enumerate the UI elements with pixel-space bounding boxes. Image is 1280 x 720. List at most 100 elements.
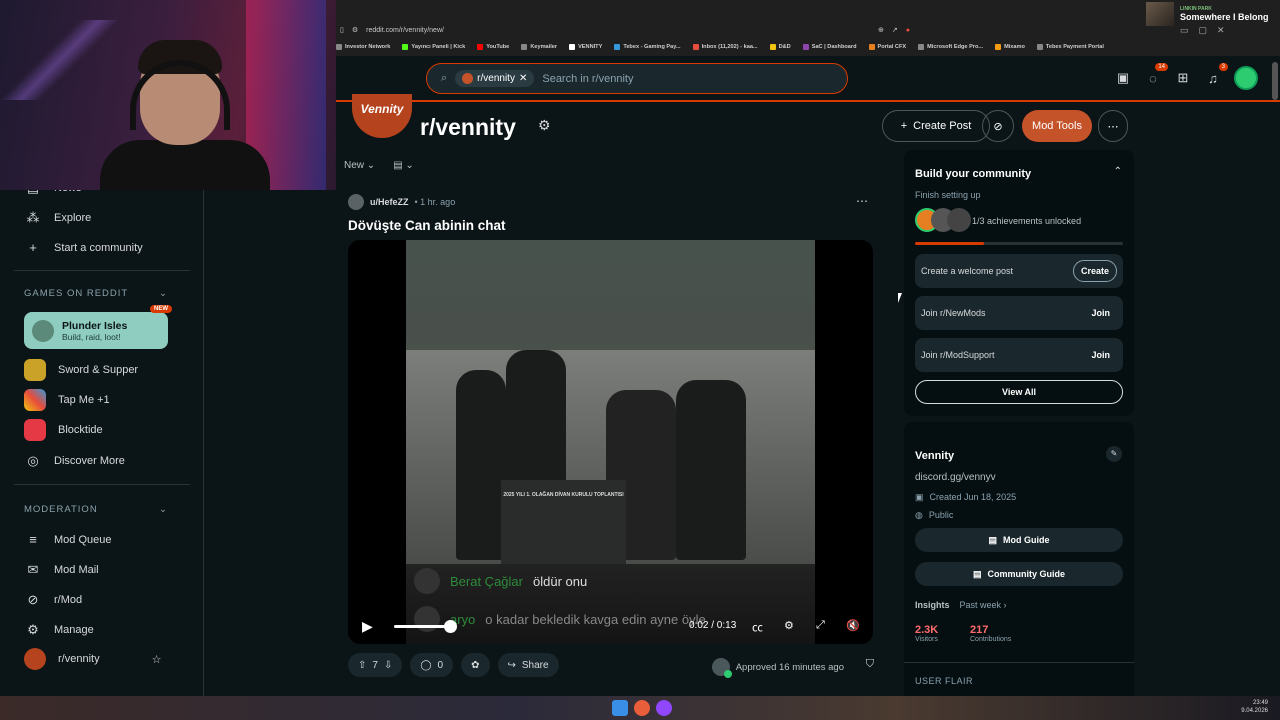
fullscreen-icon[interactable]: ⤢	[816, 619, 825, 632]
mod-guide-button[interactable]: ▤ Mod Guide	[915, 528, 1123, 552]
progress-handle[interactable]	[444, 620, 457, 633]
zoom-icon[interactable]: ⊕	[878, 26, 884, 34]
globe-icon: ◍	[915, 510, 923, 520]
extension-icon[interactable]: ●	[906, 27, 910, 34]
brave-browser-icon[interactable]	[634, 700, 650, 716]
notifications-off-button[interactable]: ⊘	[982, 110, 1014, 142]
featured-game-plunder-isles[interactable]: Plunder Isles Build, raid, loot! NEW	[24, 305, 172, 349]
site-info-icon[interactable]: ⚙	[352, 26, 358, 34]
notification-bell-icon[interactable]: ♫ 3	[1204, 63, 1228, 87]
gear-icon[interactable]: ⚙	[784, 619, 794, 632]
captions-icon[interactable]: ㏄	[752, 619, 763, 635]
user-avatar[interactable]	[1234, 66, 1258, 90]
sidebar-game-tap-me[interactable]: Tap Me +1	[24, 389, 110, 411]
bookmark-item[interactable]: D&D	[769, 41, 791, 53]
chevron-down-icon[interactable]: ⌄	[159, 504, 168, 515]
award-icon: ✿	[471, 659, 480, 671]
games-section-header[interactable]: GAMES ON REDDIT ⌄	[24, 288, 168, 299]
more-options-button[interactable]: ⋯	[1098, 110, 1128, 142]
star-icon[interactable]: ☆	[152, 653, 162, 666]
author-avatar[interactable]	[348, 194, 364, 210]
create-post-button[interactable]: + Create Post	[882, 110, 990, 142]
sidebar-item-manage[interactable]: ⚙ Manage	[24, 622, 94, 638]
bookmark-item[interactable]: YouTube	[477, 41, 509, 53]
sidebar-game-sword-supper[interactable]: Sword & Supper	[24, 359, 138, 381]
bookmark-item[interactable]: Investor Network	[336, 41, 390, 53]
bookmark-item[interactable]: Yayıncı Paneli | Kick	[402, 41, 465, 53]
sidebar-item-mod-mail[interactable]: ✉ Mod Mail	[24, 562, 99, 578]
downvote-icon[interactable]: ⇩	[384, 660, 392, 671]
mute-icon[interactable]: 🔇	[846, 619, 860, 632]
community-link[interactable]: discord.gg/vennyv	[915, 472, 996, 483]
share-button[interactable]: ↪ Share	[497, 653, 559, 677]
award-button[interactable]: ✿	[461, 653, 490, 677]
gear-icon: ⚙	[27, 622, 39, 637]
bookmark-item[interactable]: Tebex - Gaming Pay...	[614, 41, 681, 53]
create-button[interactable]: Create	[1072, 260, 1117, 282]
chevron-up-icon[interactable]: ⌃	[1114, 166, 1122, 177]
search-bar[interactable]: ⌕ r/vennity ✕ Search in r/vennity	[426, 63, 848, 94]
post-title[interactable]: Dövüşte Can abinin chat	[348, 218, 506, 233]
task-join-modsupport[interactable]: Join r/ModSupport Join	[915, 338, 1123, 372]
sidebar-game-blocktide[interactable]: Blocktide	[24, 419, 103, 441]
join-button[interactable]: Join	[1084, 303, 1117, 323]
app-icon[interactable]	[656, 700, 672, 716]
share-icon[interactable]: ↗	[892, 26, 898, 34]
view-all-button[interactable]: View All	[915, 380, 1123, 404]
bookmark-item[interactable]: Tebex Payment Portal	[1036, 41, 1104, 53]
notification-badge: 3	[1218, 63, 1228, 71]
bookmark-item[interactable]: Keymailer	[521, 41, 557, 53]
join-button[interactable]: Join	[1084, 345, 1117, 365]
create-icon[interactable]: ⊞	[1174, 69, 1192, 87]
approval-status[interactable]: Approved 16 minutes ago	[711, 658, 844, 678]
now-playing-widget[interactable]: LINKIN PARK Somewhere I Belong	[1146, 1, 1280, 27]
task-create-welcome-post[interactable]: Create a welcome post Create	[915, 254, 1123, 288]
bookmark-item[interactable]: Microsoft Edge Pro...	[918, 41, 983, 53]
post-more-icon[interactable]: ⋯	[856, 194, 868, 208]
post-author[interactable]: u/HefeZZ	[370, 197, 409, 207]
minimize-icon[interactable]: ▭	[1180, 25, 1189, 36]
advertise-icon[interactable]: ▣	[1114, 69, 1132, 87]
bookmark-item[interactable]: Inbox (11,202) - kaa...	[692, 41, 758, 53]
mod-shield-icon[interactable]: ⛉	[866, 658, 874, 671]
task-join-newmods[interactable]: Join r/NewMods Join	[915, 296, 1123, 330]
bookmark-item[interactable]: SaC | Dashboard	[802, 41, 857, 53]
upvote-icon[interactable]: ⇧	[358, 660, 366, 671]
search-input[interactable]: Search in r/vennity	[542, 73, 633, 85]
address-bar[interactable]: ▯ ⚙ reddit.com/r/vennity/new/ ⊕ ↗ ●	[340, 21, 910, 39]
maximize-icon[interactable]: ▢	[1199, 25, 1208, 36]
bookmark-item[interactable]: VENNITY	[569, 41, 602, 53]
comments-button[interactable]: ◯ 0	[410, 653, 454, 677]
progress-track[interactable]	[394, 625, 450, 628]
community-guide-button[interactable]: ▤ Community Guide	[915, 562, 1123, 586]
community-settings-icon[interactable]: ⚙	[538, 117, 551, 134]
chat-icon[interactable]: ◌ 14	[1144, 63, 1168, 87]
close-icon[interactable]: ✕	[519, 73, 527, 84]
sidebar-item-r-vennity[interactable]: r/vennity ☆	[24, 648, 161, 670]
moderation-section-header[interactable]: MODERATION ⌄	[24, 504, 168, 515]
video-player[interactable]: 2025 YILI 1. OLAĞAN DİVAN KURULU TOPLANT…	[348, 240, 873, 644]
edit-pencil-icon[interactable]: ✎	[1106, 446, 1122, 462]
game-icon	[32, 319, 54, 342]
mod-tools-button[interactable]: Mod Tools	[1022, 110, 1092, 142]
close-icon[interactable]: ✕	[1217, 25, 1225, 36]
bookmark-item[interactable]: Mixamo	[995, 41, 1025, 53]
bookmark-item[interactable]: Portal CFX	[868, 41, 906, 53]
post-card[interactable]: u/HefeZZ • 1 hr. ago ⋯ Dövüşte Can abini…	[336, 182, 884, 696]
windows-start-icon[interactable]	[612, 700, 628, 716]
sidebar-item-explore[interactable]: ⁂ Explore	[24, 210, 92, 226]
insights-range-dropdown[interactable]: Past week ›	[960, 600, 1007, 610]
url-text[interactable]: reddit.com/r/vennity/new/	[366, 27, 870, 34]
sort-dropdown[interactable]: New ⌄	[344, 160, 375, 171]
play-icon[interactable]: ▶	[362, 618, 373, 635]
scrollbar[interactable]	[1272, 62, 1278, 100]
sidebar-item-discover-more[interactable]: ◎ Discover More	[24, 453, 125, 469]
subreddit-filter-chip[interactable]: r/vennity ✕	[455, 70, 535, 87]
chevron-down-icon[interactable]: ⌄	[159, 288, 168, 299]
view-dropdown[interactable]: ▤ ⌄	[393, 160, 414, 171]
sidebar-item-mod-queue[interactable]: ≡ Mod Queue	[24, 532, 111, 547]
bookmark-star-icon[interactable]: ▯	[340, 26, 344, 34]
sidebar-item-r-mod[interactable]: ⊘ r/Mod	[24, 592, 83, 608]
system-clock[interactable]: 23:49 9.04.2026	[1241, 699, 1268, 715]
sidebar-item-start-community[interactable]: + Start a community	[24, 240, 142, 255]
